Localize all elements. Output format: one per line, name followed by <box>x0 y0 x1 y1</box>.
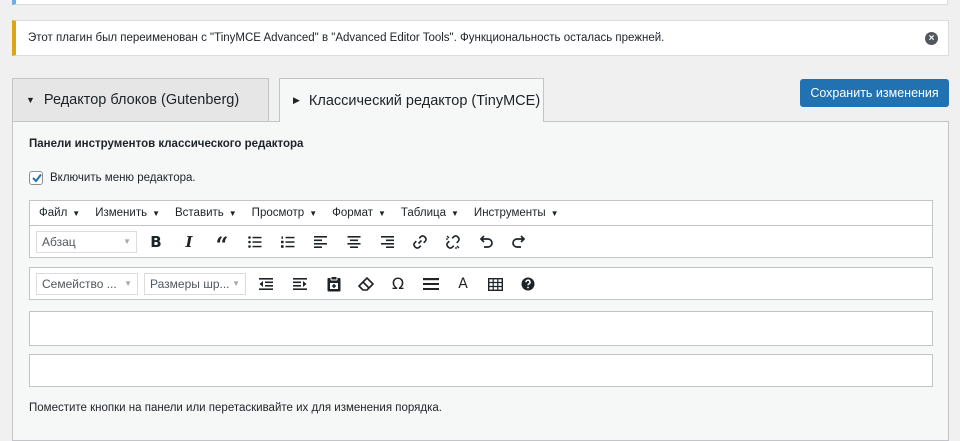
top-notice <box>12 0 948 5</box>
menu-view[interactable]: Просмотр ▼ <box>252 207 317 219</box>
caret-down-icon: ▼ <box>232 279 240 288</box>
toolbar-4-empty[interactable] <box>29 354 933 387</box>
redo-icon[interactable] <box>507 231 531 253</box>
italic-icon[interactable]: I <box>177 231 201 253</box>
bold-icon[interactable]: B <box>144 231 168 253</box>
caret-down-icon: ▼ <box>377 208 386 218</box>
footer-hint: Поместите кнопки на панели или перетаски… <box>29 402 442 414</box>
font-family-select[interactable]: Семейство ... ▼ <box>36 273 138 295</box>
check-icon <box>32 173 42 183</box>
help-icon[interactable] <box>516 273 540 295</box>
menu-table[interactable]: Таблица ▼ <box>401 207 459 219</box>
enable-menu-checkbox[interactable] <box>29 171 43 185</box>
outdent-icon[interactable] <box>254 273 278 295</box>
menu-edit[interactable]: Изменить ▼ <box>95 207 160 219</box>
unlink-icon[interactable] <box>441 231 465 253</box>
menu-tools[interactable]: Инструменты ▼ <box>474 207 559 219</box>
caret-down-icon: ▼ <box>72 208 81 218</box>
toolbar-3-empty[interactable] <box>29 311 933 346</box>
bullet-list-icon[interactable] <box>243 231 267 253</box>
menu-insert[interactable]: Вставить ▼ <box>175 207 237 219</box>
tab-label: Классический редактор (TinyMCE) <box>308 92 541 109</box>
eraser-icon[interactable] <box>354 273 378 295</box>
text-color-icon[interactable]: A <box>451 273 475 295</box>
align-center-icon[interactable] <box>342 231 366 253</box>
classic-editor-panel: Панели инструментов классического редакт… <box>12 121 949 441</box>
toolbar-2: Семейство ... ▼ Размеры шр... ▼ Ω A <box>29 267 933 300</box>
save-button[interactable]: Сохранить изменения <box>800 79 949 107</box>
enable-menu-label: Включить меню редактора. <box>50 172 196 184</box>
undo-icon[interactable] <box>474 231 498 253</box>
font-size-select[interactable]: Размеры шр... ▼ <box>144 273 246 295</box>
link-icon[interactable] <box>408 231 432 253</box>
caret-down-icon: ▼ <box>451 208 459 218</box>
caret-down-icon: ▼ <box>123 237 131 246</box>
indent-icon[interactable] <box>288 273 312 295</box>
menu-file[interactable]: Файл ▼ <box>39 207 80 219</box>
format-select[interactable]: Абзац ▼ <box>36 231 137 253</box>
tab-classic-editor[interactable]: ▶ Классический редактор (TinyMCE) <box>279 78 544 122</box>
editor-menubar: Файл ▼ Изменить ▼ Вставить ▼ Просмотр ▼ Форм… <box>29 200 933 226</box>
omega-icon[interactable]: Ω <box>386 273 410 295</box>
dismiss-icon[interactable]: × <box>925 32 938 45</box>
caret-down-icon: ▼ <box>152 208 160 218</box>
rename-notice: Этот плагин был переименован с "TinyMCE … <box>12 20 949 56</box>
numbered-list-icon[interactable] <box>276 231 300 253</box>
align-right-icon[interactable] <box>375 231 399 253</box>
horizontal-line-icon[interactable] <box>419 273 443 295</box>
tab-label: Редактор блоков (Gutenberg) <box>43 92 240 108</box>
triangle-icon: ▶ <box>293 95 300 105</box>
toolbar-1: Абзац ▼ B I “ <box>29 225 933 258</box>
menu-format[interactable]: Формат ▼ <box>332 207 386 219</box>
blockquote-icon[interactable]: “ <box>210 231 234 257</box>
tab-block-editor[interactable]: ▼ Редактор блоков (Gutenberg) <box>12 78 269 121</box>
caret-down-icon: ▼ <box>228 208 237 218</box>
caret-down-icon: ▼ <box>550 208 559 218</box>
panel-title: Панели инструментов классического редакт… <box>29 138 304 150</box>
caret-down-icon: ▼ <box>309 208 318 218</box>
triangle-icon: ▼ <box>26 95 35 105</box>
paste-icon[interactable] <box>322 273 346 295</box>
align-left-icon[interactable] <box>309 231 333 253</box>
table-icon[interactable] <box>483 273 507 295</box>
notice-text: Этот плагин был переименован с "TinyMCE … <box>28 32 665 44</box>
caret-down-icon: ▼ <box>124 279 132 288</box>
enable-menu-row: Включить меню редактора. <box>29 171 196 185</box>
